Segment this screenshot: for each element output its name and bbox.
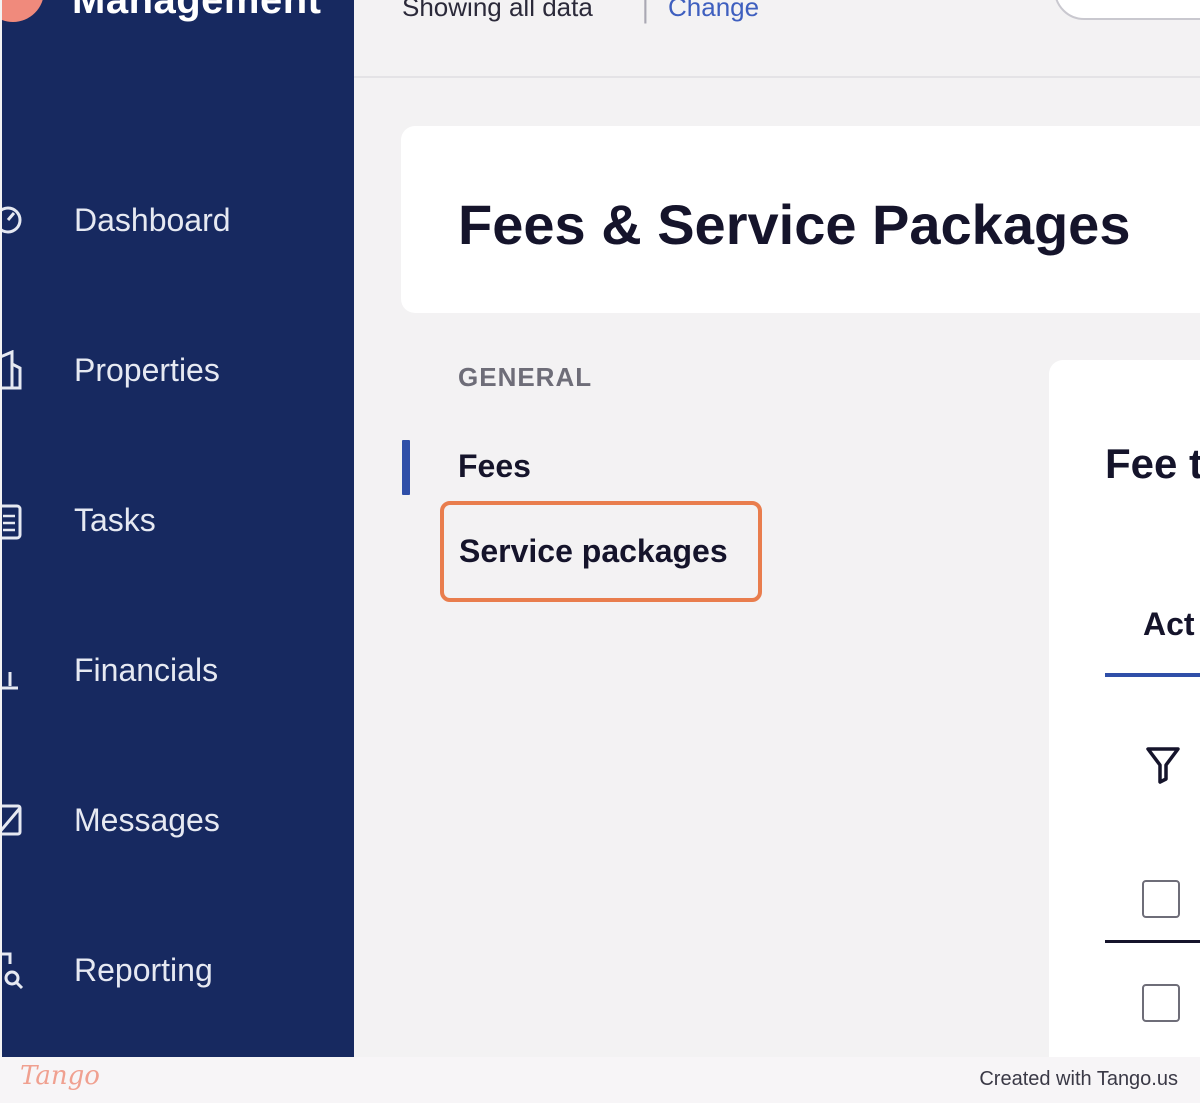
brand-name: Management [72,0,322,22]
message-icon [2,800,26,840]
content-title: Fee t [1105,440,1200,487]
separator: | [642,0,649,24]
sidebar-item-dashboard[interactable]: Dashboard [2,190,354,250]
sidebar-item-label: Dashboard [74,201,231,238]
dashboard-icon [2,200,26,240]
sidebar-item-label: Tasks [74,501,156,538]
subnav-section-heading: GENERAL [458,362,593,392]
sidebar-item-label: Reporting [74,951,213,988]
top-bar: Showing all data | Change [354,0,1200,78]
bank-icon [2,650,26,690]
top-search-pill[interactable] [1054,0,1200,20]
tango-logo: Tango [20,1061,100,1091]
report-search-icon [2,950,26,990]
page-title: Fees & Service Packages [458,193,1131,256]
sidebar-item-label: Properties [74,351,220,388]
content-card: Fee t Act [1049,360,1200,1080]
active-indicator [402,440,410,495]
sidebar-item-reporting[interactable]: Reporting [2,940,354,1000]
data-scope-text: Showing all data [402,0,593,22]
change-scope-link[interactable]: Change [668,0,759,23]
tab-underline [1105,673,1200,677]
footer-credit: Created with Tango.us [979,1068,1178,1090]
row-checkbox[interactable] [1142,984,1180,1022]
sidebar-item-tasks[interactable]: Tasks [2,490,354,550]
page-header-card: Fees & Service Packages [401,126,1200,313]
filter-icon[interactable] [1145,745,1181,785]
clipboard-icon [2,500,26,540]
sidebar-item-messages[interactable]: Messages [2,790,354,850]
subnav-item-service-packages[interactable]: Service packages [440,501,762,602]
sidebar-item-label: Messages [74,801,220,838]
select-all-checkbox[interactable] [1142,880,1180,918]
sidebar-item-properties[interactable]: Properties [2,340,354,400]
sidebar: Management Dashboard Properties Tasks Fi… [2,0,354,1057]
sidebar-item-financials[interactable]: Financials [2,640,354,700]
subnav-item-fees[interactable]: Fees [458,448,531,485]
subnav-item-label: Service packages [459,533,728,569]
logo-mark [2,0,44,22]
tab-active[interactable]: Act [1143,606,1195,643]
building-icon [2,350,26,390]
row-divider [1105,940,1200,943]
sidebar-item-label: Financials [74,651,219,688]
footer: Tango Created with Tango.us [0,1057,1200,1103]
